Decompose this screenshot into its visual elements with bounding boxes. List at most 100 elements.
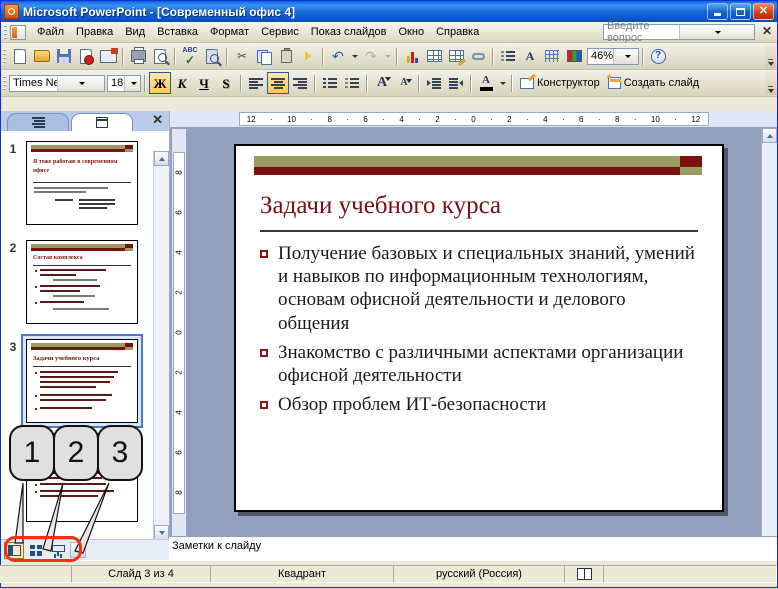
underline-button[interactable]: Ч [193,72,215,94]
list-item[interactable]: 2 Состав комплекса [1,230,169,329]
save-disk-icon[interactable] [53,45,75,67]
align-center-button[interactable] [267,72,289,94]
language-indicator[interactable]: русский (Россия) [393,565,565,583]
show-formatting-icon[interactable]: A [519,45,541,67]
slide-pane-scrollbar[interactable] [761,128,777,540]
bullet-item[interactable]: Знакомство с различными аспектами органи… [260,341,700,387]
bullet-item[interactable]: Обзор проблем ИТ-безопасности [260,393,700,416]
new-document-icon[interactable] [9,45,31,67]
bold-button[interactable]: Ж [149,72,171,94]
menu-tools[interactable]: Сервис [255,24,305,40]
document-control-icon[interactable] [10,24,26,40]
slide-thumbnail[interactable]: Я тоже работаю в современном офисе [26,141,138,225]
normal-view-button[interactable] [4,541,24,559]
close-document-button[interactable]: ✕ [762,25,772,37]
align-left-button[interactable] [245,72,267,94]
minimize-button[interactable] [707,3,728,20]
thumbnail-scrollbar[interactable] [153,151,169,540]
slide-thumbnail-selected[interactable]: Задачи учебного курса [26,339,138,423]
spell-check-book-icon[interactable] [564,565,604,583]
tables-borders-icon[interactable] [445,45,467,67]
menu-slideshow[interactable]: Показ слайдов [305,24,393,40]
printer-icon[interactable] [127,45,149,67]
ask-a-question-box[interactable]: Введите вопрос [603,20,755,44]
formatting-toolbar-grip[interactable] [3,76,6,90]
open-folder-icon[interactable] [31,45,53,67]
formatting-toolbar-overflow[interactable] [765,72,776,95]
font-color-button[interactable]: A [475,72,497,94]
standard-toolbar-grip[interactable] [3,49,6,63]
slide-thumbnail[interactable]: Курс [26,438,138,522]
design-button[interactable]: Конструктор [516,72,604,94]
copy-icon[interactable] [253,45,275,67]
menu-file[interactable]: Файл [31,24,70,40]
menu-format[interactable]: Формат [204,24,255,40]
font-size-combobox[interactable]: 18 [107,74,141,92]
align-right-button[interactable] [289,72,311,94]
list-item[interactable]: 3 Задачи учебного курса [1,329,169,428]
slide-sorter-view-button[interactable] [26,542,46,559]
close-pane-button[interactable]: ✕ [152,113,163,126]
tab-slides[interactable] [71,113,133,131]
text-shadow-button[interactable]: S [215,72,237,94]
slide-body[interactable]: Получение базовых и специальных знаний, … [260,242,700,422]
table-icon[interactable] [423,45,445,67]
grid-icon[interactable] [541,45,563,67]
help-question-icon[interactable]: ? [647,45,669,67]
slide-show-view-button[interactable] [48,542,68,559]
chart-icon[interactable] [401,45,423,67]
decrease-font-size-button[interactable]: A [393,72,415,94]
standard-toolbar-overflow[interactable] [765,45,776,68]
increase-indent-button[interactable] [445,72,467,94]
redo-icon[interactable]: ↷ [360,45,382,67]
notes-pane[interactable]: Заметки к слайду [169,536,777,560]
chevron-down-icon[interactable] [678,25,754,39]
scroll-left-button[interactable] [70,542,86,558]
new-slide-button[interactable]: Создать слайд [604,72,703,94]
menu-view[interactable]: Вид [119,24,151,40]
slide-thumbnail[interactable]: Состав комплекса [26,240,138,324]
scissors-icon[interactable]: ✂ [231,45,253,67]
numbered-list-button[interactable] [319,72,341,94]
maximize-button[interactable] [730,3,751,20]
font-color-chevron-icon[interactable] [497,72,508,94]
format-painter-icon[interactable] [297,45,319,67]
font-name-chevron-icon[interactable] [56,75,104,91]
font-size-chevron-icon[interactable] [123,75,140,91]
decrease-indent-button[interactable] [423,72,445,94]
bulleted-list-button[interactable] [341,72,363,94]
increase-font-size-button[interactable]: A [371,72,393,94]
print-preview-icon[interactable] [149,45,171,67]
bullet-item[interactable]: Получение базовых и специальных знаний, … [260,242,700,335]
horizontal-ruler[interactable]: 12 · 10 · 8 · 6 · 4 · 2 · 0 · 2 · 4 · 6 … [170,111,777,127]
scroll-up-button[interactable] [154,151,169,166]
menu-grip-handle[interactable] [4,25,7,39]
scroll-up-button[interactable] [762,128,777,143]
paste-icon[interactable] [275,45,297,67]
menu-window[interactable]: Окно [393,24,431,40]
email-icon[interactable] [97,45,119,67]
list-item[interactable]: 1 Я тоже работаю в современном офисе [1,131,169,230]
undo-dropdown-icon[interactable] [349,45,360,67]
permission-icon[interactable] [75,45,97,67]
scroll-down-button[interactable] [154,525,169,540]
hyperlink-icon[interactable] [467,45,489,67]
vertical-ruler[interactable]: 8 6 4 2 0 2 4 6 8 [172,129,186,536]
menu-help[interactable]: Справка [430,24,485,40]
research-icon[interactable] [201,45,223,67]
zoom-chevron-icon[interactable] [613,48,638,64]
list-item[interactable]: 4 Курс [1,428,169,527]
close-button[interactable]: ✕ [753,3,774,20]
slide-title[interactable]: Задачи учебного курса [260,192,501,220]
zoom-combobox[interactable]: 46% [587,47,639,65]
redo-dropdown-icon[interactable] [382,45,393,67]
expand-all-icon[interactable] [497,45,519,67]
color-grayscale-icon[interactable] [563,45,585,67]
font-name-combobox[interactable]: Times New Roman [9,74,105,92]
menu-insert[interactable]: Вставка [151,24,204,40]
spelling-abc-icon[interactable]: ABC ✓ [179,45,201,67]
tab-outline[interactable] [7,113,69,131]
undo-icon[interactable]: ↷ [327,45,349,67]
menu-edit[interactable]: Правка [70,24,119,40]
italic-button[interactable]: К [171,72,193,94]
